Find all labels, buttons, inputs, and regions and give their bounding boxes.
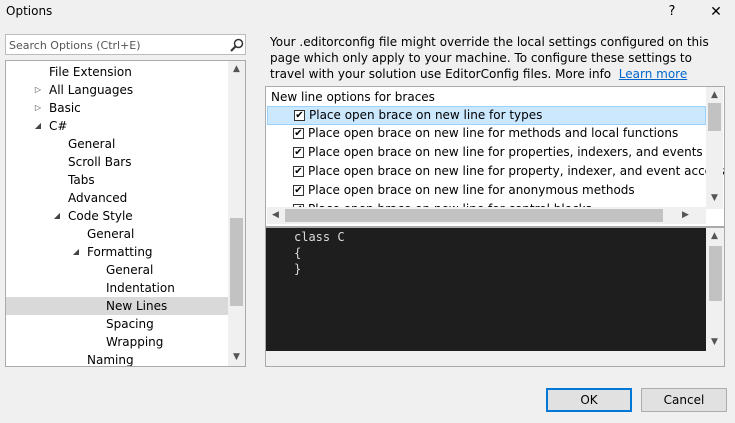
search-input[interactable] xyxy=(9,37,219,53)
options-hscrollbar[interactable]: ◀ ▶ xyxy=(267,207,706,224)
tree-item-scroll-bars[interactable]: Scroll Bars xyxy=(6,153,228,171)
tree-item-tabs[interactable]: Tabs xyxy=(6,171,228,189)
tree-item-label: Tabs xyxy=(68,173,95,187)
scroll-up-icon[interactable]: ▲ xyxy=(706,228,723,245)
scroll-up-icon[interactable]: ▲ xyxy=(706,87,723,104)
close-button[interactable]: ✕ xyxy=(704,2,728,22)
help-button[interactable]: ? xyxy=(660,2,684,22)
tree-item-label: Formatting xyxy=(87,245,153,259)
option-label: Place open brace on new line for methods… xyxy=(308,126,679,140)
options-scrollbar[interactable]: ▲ ▼ xyxy=(706,87,723,209)
search-box[interactable] xyxy=(5,34,246,55)
scroll-down-icon[interactable]: ▼ xyxy=(706,334,723,351)
code-hscrollbar[interactable] xyxy=(266,351,724,366)
learn-more-link[interactable]: Learn more xyxy=(619,67,687,81)
tree-item-label: Basic xyxy=(49,101,81,115)
option-label: Place open brace on new line for anonymo… xyxy=(308,183,635,197)
tree-item-label: General xyxy=(68,137,116,151)
tree-item-indentation[interactable]: Indentation xyxy=(6,279,228,297)
tree-item-new-lines[interactable]: New Lines xyxy=(6,297,228,315)
checkbox[interactable]: ✔ xyxy=(293,185,304,196)
window-title: Options xyxy=(6,4,53,18)
checkbox[interactable]: ✔ xyxy=(293,147,304,158)
section-header: New line options for braces xyxy=(271,90,435,104)
tree-item-label: General xyxy=(87,227,135,241)
editorconfig-info: Your .editorconfig file might override t… xyxy=(270,34,725,82)
tree-item-label: Wrapping xyxy=(106,335,164,349)
tree-item-formatting-general[interactable]: General xyxy=(6,261,228,279)
checkbox[interactable]: ✔ xyxy=(293,166,304,177)
scroll-down-icon[interactable]: ▼ xyxy=(706,190,723,207)
collapse-arrow-icon[interactable]: ◢ xyxy=(32,117,44,135)
option-row-anonymous-methods[interactable]: ✔ Place open brace on new line for anony… xyxy=(267,182,706,201)
scroll-right-icon[interactable]: ▶ xyxy=(677,207,694,224)
search-icon[interactable] xyxy=(229,37,245,53)
option-label: Place open brace on new line for propert… xyxy=(308,164,725,178)
options-hscroll-thumb[interactable] xyxy=(285,209,663,222)
code-scroll-thumb[interactable] xyxy=(709,246,722,301)
title-bar: Options ? ✕ xyxy=(0,0,735,28)
tree-item-label: New Lines xyxy=(106,299,168,313)
scroll-up-icon[interactable]: ▲ xyxy=(228,61,245,78)
tree-item-label: C# xyxy=(49,119,68,133)
expand-arrow-icon[interactable]: ▷ xyxy=(32,81,44,99)
tree-item-label: General xyxy=(106,263,154,277)
tree-scroll-thumb[interactable] xyxy=(230,218,243,306)
options-tree[interactable]: File Extension ▷ All Languages ▷ Basic ◢… xyxy=(5,60,246,367)
tree-item-label: Code Style xyxy=(68,209,133,223)
options-scroll-thumb[interactable] xyxy=(708,103,721,131)
tree-item-code-style-general[interactable]: General xyxy=(6,225,228,243)
code-line: { xyxy=(294,246,302,260)
checkbox[interactable]: ✔ xyxy=(294,110,305,121)
code-line: class C xyxy=(294,230,345,244)
option-row-properties[interactable]: ✔ Place open brace on new line for prope… xyxy=(267,144,706,163)
tree-item-csharp[interactable]: ◢ C# xyxy=(6,117,228,135)
tree-item-naming[interactable]: Naming xyxy=(6,351,228,367)
tree-item-advanced[interactable]: Advanced xyxy=(6,189,228,207)
tree-item-label: File Extension xyxy=(49,65,132,79)
expand-arrow-icon[interactable]: ▷ xyxy=(32,99,44,117)
tree-item-wrapping[interactable]: Wrapping xyxy=(6,333,228,351)
tree-item-all-languages[interactable]: ▷ All Languages xyxy=(6,81,228,99)
tree-item-file-extension[interactable]: File Extension xyxy=(6,63,228,81)
code-preview: class C { } ▲ ▼ xyxy=(265,227,725,367)
collapse-arrow-icon[interactable]: ◢ xyxy=(51,207,63,225)
checkbox[interactable]: ✔ xyxy=(293,128,304,139)
tree-item-label: Indentation xyxy=(106,281,175,295)
scroll-left-icon[interactable]: ◀ xyxy=(267,207,284,224)
tree-item-label: Spacing xyxy=(106,317,154,331)
tree-item-general[interactable]: General xyxy=(6,135,228,153)
option-row-accessors[interactable]: ✔ Place open brace on new line for prope… xyxy=(267,163,724,182)
scroll-down-icon[interactable]: ▼ xyxy=(228,349,245,366)
tree-scrollbar[interactable]: ▲ ▼ xyxy=(228,61,245,366)
code-line: } xyxy=(294,262,302,276)
collapse-arrow-icon[interactable]: ◢ xyxy=(70,243,82,261)
tree-item-formatting[interactable]: ◢ Formatting xyxy=(6,243,228,261)
option-label: Place open brace on new line for propert… xyxy=(308,145,703,159)
cancel-button[interactable]: Cancel xyxy=(641,388,727,412)
option-row-types[interactable]: ✔ Place open brace on new line for types xyxy=(267,106,706,125)
tree-item-code-style[interactable]: ◢ Code Style xyxy=(6,207,228,225)
ok-button[interactable]: OK xyxy=(546,388,632,412)
tree-item-basic[interactable]: ▷ Basic xyxy=(6,99,228,117)
option-label: Place open brace on new line for types xyxy=(309,108,543,122)
option-row-methods[interactable]: ✔ Place open brace on new line for metho… xyxy=(267,125,706,144)
tree-item-label: Scroll Bars xyxy=(68,155,132,169)
tree-item-spacing[interactable]: Spacing xyxy=(6,315,228,333)
options-list[interactable]: New line options for braces ✔ Place open… xyxy=(265,86,725,227)
tree-item-label: Naming xyxy=(87,353,134,367)
tree-item-label: All Languages xyxy=(49,83,134,97)
code-scrollbar[interactable]: ▲ ▼ xyxy=(706,228,724,352)
tree-item-label: Advanced xyxy=(68,191,128,205)
